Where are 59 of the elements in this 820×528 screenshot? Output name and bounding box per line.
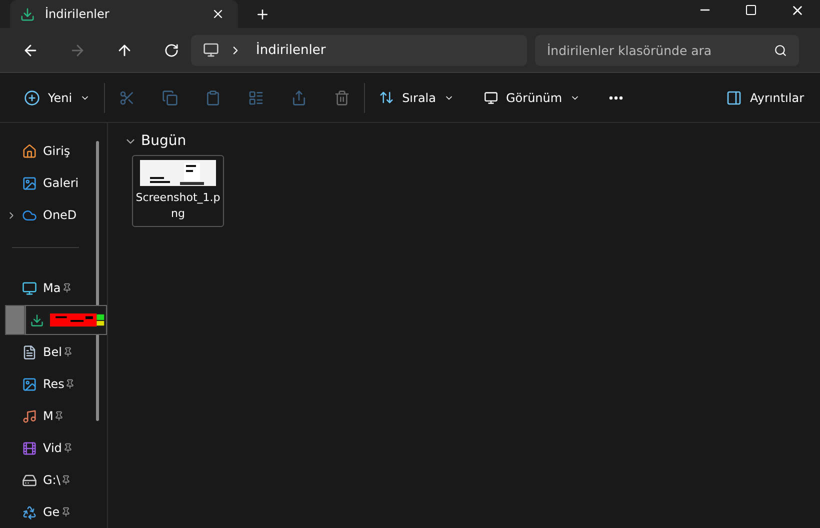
refresh-icon: [164, 42, 178, 58]
cloud-icon: [22, 208, 37, 222]
image-icon: [22, 376, 37, 392]
sort-icon: [379, 90, 394, 106]
pin-icon: [62, 283, 72, 293]
sort-button[interactable]: Sırala: [377, 86, 456, 110]
film-icon: [22, 440, 37, 456]
pin-icon: [65, 379, 76, 389]
monitor-icon: [484, 90, 498, 105]
pin-icon: [60, 507, 71, 517]
image-icon: [22, 176, 37, 190]
trash-icon: [334, 90, 350, 106]
plus-circle-icon: [24, 90, 40, 106]
pin-icon: [62, 443, 73, 453]
plus-icon: [254, 6, 270, 22]
sidebar-item[interactable]: Vid: [43, 441, 62, 455]
tab-title: İndirilenler: [45, 7, 110, 22]
sidebar-item[interactable]: Ma: [43, 281, 61, 295]
path-segment[interactable]: İndirilenler: [256, 42, 326, 58]
details-button[interactable]: Ayrıntılar: [724, 86, 806, 110]
search-field[interactable]: İndirilenler klasöründe ara: [535, 34, 799, 66]
maximize-icon: [745, 4, 757, 16]
rename-icon: [248, 90, 264, 106]
new-button[interactable]: Yeni: [22, 86, 92, 110]
search-icon: [774, 44, 787, 57]
sidebar-item[interactable]: OneD: [43, 208, 77, 222]
panel-icon: [726, 90, 742, 106]
scissors-icon: [119, 90, 136, 106]
sidebar-item[interactable]: G:\: [43, 473, 60, 487]
group-header[interactable]: Bugün: [124, 133, 186, 149]
pin-icon: [61, 475, 72, 485]
copy-icon: [162, 90, 178, 106]
clipboard-icon: [205, 90, 222, 106]
file-name: Screenshot_1.png: [135, 190, 221, 222]
monitor-icon: [203, 42, 219, 58]
address-bar[interactable]: İndirilenler: [191, 34, 527, 66]
music-icon: [22, 408, 37, 424]
folder-tab[interactable]: İndirilenler: [10, 0, 238, 28]
home-icon: [22, 144, 37, 158]
document-icon: [22, 344, 37, 360]
sidebar-item[interactable]: Res: [43, 377, 64, 391]
more-icon: [609, 96, 624, 100]
sidebar-item[interactable]: Ge: [43, 505, 60, 519]
sidebar-item[interactable]: Bel: [43, 345, 62, 359]
copy-button[interactable]: [160, 88, 180, 108]
recycle-icon: [22, 504, 37, 520]
download-icon: [20, 6, 35, 22]
drive-icon: [22, 472, 37, 488]
pin-icon: [54, 411, 64, 421]
monitor-icon: [22, 280, 37, 296]
download-icon: [30, 312, 44, 328]
garbled-label-drawing: [50, 312, 106, 328]
view-button[interactable]: Görünüm: [482, 86, 582, 109]
sidebar-item[interactable]: Giriş: [43, 144, 70, 158]
file-tile[interactable]: Screenshot_1.png: [132, 155, 224, 227]
sidebar-item[interactable]: M: [43, 409, 54, 423]
share-icon: [291, 90, 308, 106]
sidebar-item[interactable]: Galeri: [43, 176, 79, 190]
pin-icon: [62, 347, 73, 357]
